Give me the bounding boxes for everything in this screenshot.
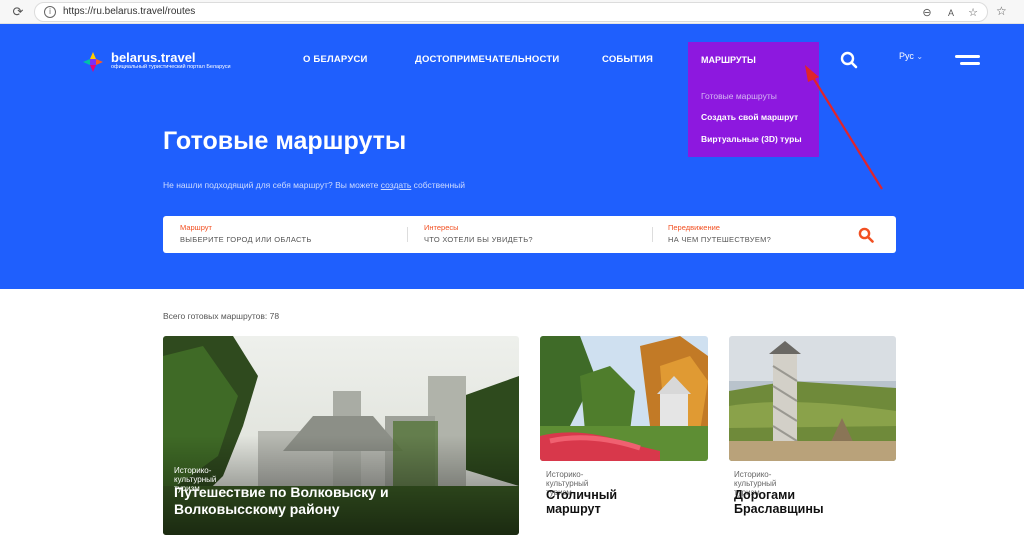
route-title[interactable]: Дорогами Браславщины — [734, 488, 824, 516]
route-title[interactable]: Столичный маршрут — [546, 488, 617, 516]
route-card-image[interactable] — [729, 336, 896, 461]
route-card-image[interactable] — [540, 336, 708, 461]
routes-count: Всего готовых маршрутов: 78 — [163, 311, 280, 321]
route-title[interactable]: Путешествие по Волковыску и Волковысском… — [174, 484, 504, 518]
